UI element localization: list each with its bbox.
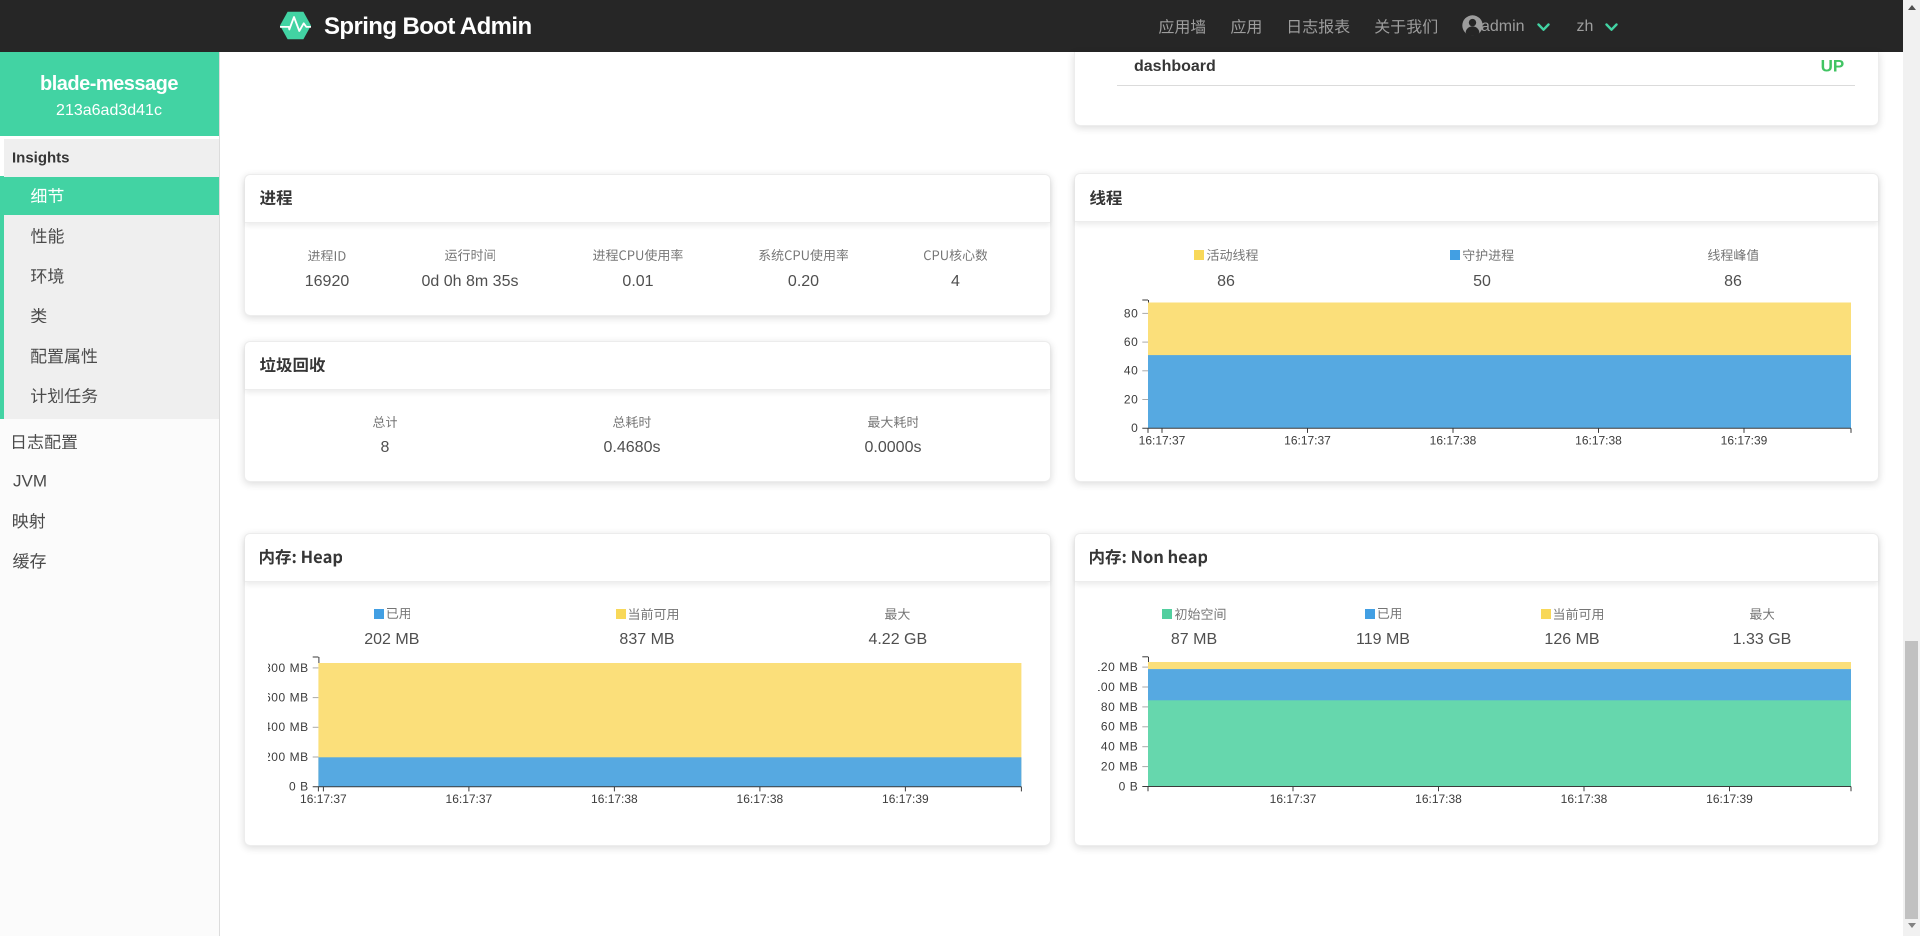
svg-text:16:17:37: 16:17:37 (1270, 792, 1317, 806)
svg-text:0 B: 0 B (1119, 779, 1139, 793)
svg-text:16:17:38: 16:17:38 (1575, 434, 1622, 448)
svg-text:16:17:37: 16:17:37 (1284, 434, 1331, 448)
svg-text:60: 60 (1124, 335, 1138, 349)
svg-text:40 MB: 40 MB (1101, 740, 1138, 754)
svg-text:80: 80 (1124, 306, 1138, 320)
svg-text:80 MB: 80 MB (1101, 700, 1138, 714)
svg-text:16:17:38: 16:17:38 (736, 792, 783, 806)
svg-text:400 MB: 400 MB (268, 720, 309, 734)
svg-text:16:17:39: 16:17:39 (882, 792, 929, 806)
svg-text:20: 20 (1124, 392, 1138, 406)
svg-text:60 MB: 60 MB (1101, 720, 1138, 734)
svg-text:16:17:37: 16:17:37 (1139, 434, 1186, 448)
svg-text:16:17:38: 16:17:38 (591, 792, 638, 806)
svg-text:100 MB: 100 MB (1098, 680, 1138, 694)
svg-text:16:17:37: 16:17:37 (300, 792, 347, 806)
svg-text:0: 0 (1131, 421, 1138, 435)
svg-text:200 MB: 200 MB (268, 750, 309, 764)
svg-text:120 MB: 120 MB (1098, 660, 1138, 674)
svg-text:16:17:39: 16:17:39 (1706, 792, 1753, 806)
svg-text:20 MB: 20 MB (1101, 760, 1138, 774)
svg-text:40: 40 (1124, 364, 1138, 378)
svg-text:800 MB: 800 MB (268, 661, 309, 675)
svg-text:16:17:38: 16:17:38 (1561, 792, 1608, 806)
svg-text:16:17:39: 16:17:39 (1721, 434, 1768, 448)
svg-text:600 MB: 600 MB (268, 691, 309, 705)
svg-text:16:17:38: 16:17:38 (1430, 434, 1477, 448)
svg-text:16:17:37: 16:17:37 (445, 792, 492, 806)
svg-text:16:17:38: 16:17:38 (1415, 792, 1462, 806)
